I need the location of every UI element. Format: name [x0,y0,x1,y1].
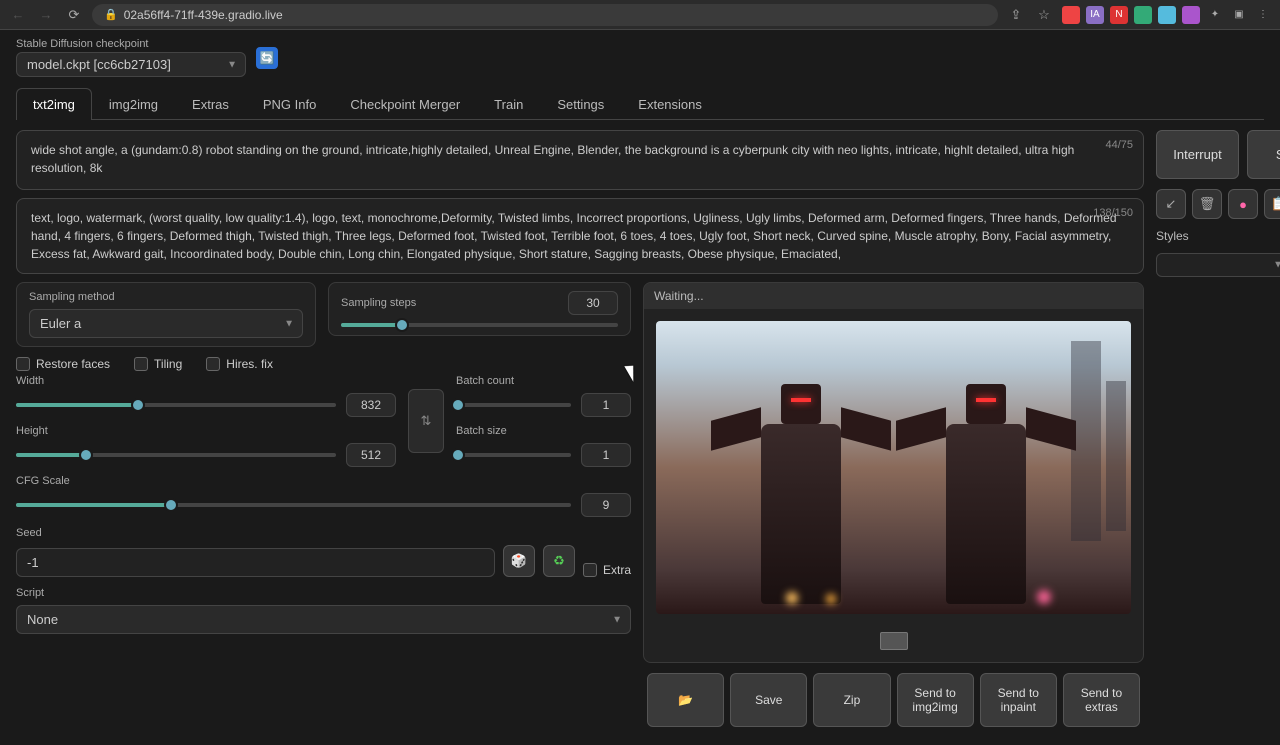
interrupt-button[interactable]: Interrupt [1156,130,1239,179]
back-button[interactable]: ← [8,5,28,25]
seed-extra-checkbox[interactable]: Extra [583,563,631,577]
forward-button[interactable]: → [36,5,56,25]
tab-train[interactable]: Train [477,88,540,120]
panel-icon[interactable]: ▣ [1230,6,1248,24]
output-thumbnail[interactable] [880,632,908,650]
tab-img2img[interactable]: img2img [92,88,175,120]
sampling-method-label: Sampling method [29,291,303,303]
chevron-down-icon: ▼ [284,318,294,329]
tab-settings[interactable]: Settings [540,88,621,120]
tab-txt2img[interactable]: txt2img [16,88,92,120]
skip-button[interactable]: Skip [1247,130,1280,179]
send-extras-button[interactable]: Send to extras [1063,673,1140,727]
seed-input[interactable]: -1 [16,548,495,577]
styles-select[interactable]: ▼ [1156,253,1280,277]
ext-icon-1[interactable] [1062,6,1080,24]
address-bar[interactable]: 🔒 02a56ff4-71ff-439e.gradio.live [92,4,998,26]
save-button[interactable]: Save [730,673,807,727]
cfg-label: CFG Scale [16,475,631,487]
send-img2img-button[interactable]: Send to img2img [897,673,974,727]
main-tabs: txt2img img2img Extras PNG Info Checkpoi… [16,87,1264,120]
ext-icon-2[interactable]: IA [1086,6,1104,24]
ext-icon-6[interactable] [1182,6,1200,24]
height-label: Height [16,425,396,437]
hires-fix-checkbox[interactable]: Hires. fix [206,357,273,371]
bookmark-icon[interactable]: ☆ [1034,5,1054,25]
width-slider[interactable] [16,403,336,407]
tab-extras[interactable]: Extras [175,88,246,120]
width-label: Width [16,375,396,387]
prompt-textarea[interactable]: 44/75 wide shot angle, a (gundam:0.8) ro… [16,130,1144,190]
open-folder-button[interactable]: 📂 [647,673,724,727]
batch-size-value[interactable]: 1 [581,443,631,467]
styles-label: Styles [1156,229,1280,243]
batch-size-label: Batch size [456,425,631,437]
style-icon-button[interactable]: ● [1228,189,1258,219]
sampling-method-select[interactable]: Euler a ▼ [29,309,303,338]
chevron-down-icon: ▼ [612,614,622,625]
batch-count-slider[interactable] [456,403,571,407]
puzzle-icon[interactable]: ✦ [1206,6,1224,24]
batch-count-value[interactable]: 1 [581,393,631,417]
clear-icon-button[interactable]: 🗑 [1192,189,1222,219]
seed-reuse-button[interactable]: ♻ [543,545,575,577]
checkpoint-label: Stable Diffusion checkpoint [16,38,246,50]
send-inpaint-button[interactable]: Send to inpaint [980,673,1057,727]
seed-random-button[interactable]: 🎲 [503,545,535,577]
tab-extensions[interactable]: Extensions [621,88,719,120]
ext-icon-3[interactable]: N [1110,6,1128,24]
tab-checkpoint-merger[interactable]: Checkpoint Merger [333,88,477,120]
height-slider[interactable] [16,453,336,457]
neg-prompt-token-count: 138/150 [1093,205,1133,222]
chevron-down-icon: ▼ [1273,260,1280,271]
clipboard-icon-button[interactable]: 📋 [1264,189,1280,219]
ext-icon-4[interactable] [1134,6,1152,24]
sampling-steps-slider[interactable] [341,323,618,327]
extensions-tray: IA N ✦ ▣ ⋮ [1062,6,1272,24]
chevron-down-icon: ▼ [227,59,237,70]
ext-icon-5[interactable] [1158,6,1176,24]
browser-chrome: ← → ⟳ 🔒 02a56ff4-71ff-439e.gradio.live ⇪… [0,0,1280,30]
sampling-steps-label: Sampling steps [341,297,416,309]
batch-size-slider[interactable] [456,453,571,457]
restore-faces-checkbox[interactable]: Restore faces [16,357,110,371]
negative-prompt-textarea[interactable]: 138/150 text, logo, watermark, (worst qu… [16,198,1144,274]
batch-count-label: Batch count [456,375,631,387]
reload-button[interactable]: ⟳ [64,5,84,25]
tiling-checkbox[interactable]: Tiling [134,357,182,371]
cfg-slider[interactable] [16,503,571,507]
output-status: Waiting... [644,283,1143,309]
prompt-token-count: 44/75 [1105,137,1133,154]
sampling-steps-value[interactable]: 30 [568,291,618,315]
url-text: 02a56ff4-71ff-439e.gradio.live [124,8,283,22]
output-panel: Waiting... ✕ [643,282,1144,663]
output-preview-image[interactable] [656,321,1131,614]
script-select[interactable]: None ▼ [16,605,631,634]
swap-dimensions-button[interactable]: ⇅ [408,389,444,453]
script-label: Script [16,587,631,599]
menu-icon[interactable]: ⋮ [1254,6,1272,24]
arrow-icon-button[interactable]: ↙ [1156,189,1186,219]
zip-button[interactable]: Zip [813,673,890,727]
height-value[interactable]: 512 [346,443,396,467]
share-icon[interactable]: ⇪ [1006,5,1026,25]
tab-pnginfo[interactable]: PNG Info [246,88,333,120]
refresh-checkpoint-button[interactable]: 🔄 [256,47,278,69]
seed-label: Seed [16,527,631,539]
checkpoint-select[interactable]: model.ckpt [cc6cb27103] ▼ [16,52,246,77]
width-value[interactable]: 832 [346,393,396,417]
lock-icon: 🔒 [104,8,118,21]
cfg-value[interactable]: 9 [581,493,631,517]
